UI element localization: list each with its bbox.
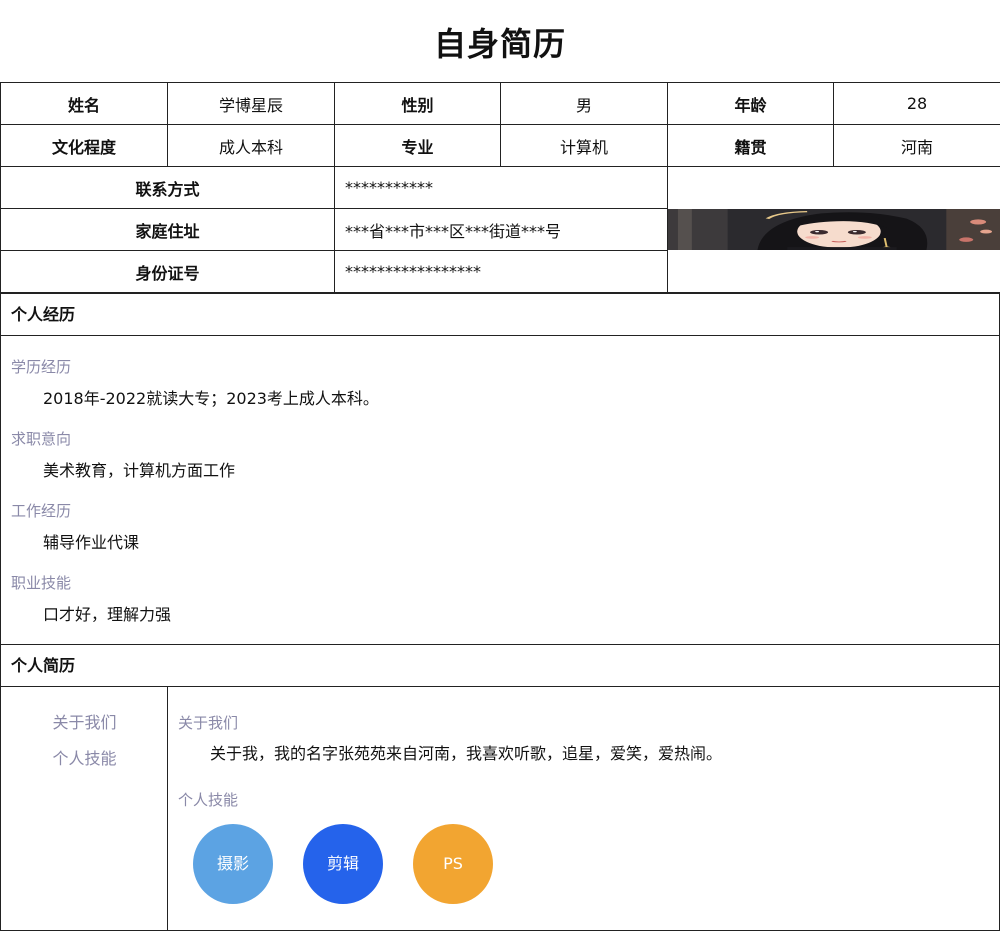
address-label: 家庭住址	[0, 208, 335, 251]
profile-header: 个人简历	[0, 644, 1000, 687]
gender-value: 男	[500, 82, 668, 125]
age-label: 年龄	[667, 82, 834, 125]
profile-photo	[667, 166, 1000, 293]
education-history-text: 2018年-2022就读大专；2023考上成人本科。	[43, 389, 379, 408]
skill-photography-circle: 摄影	[193, 824, 273, 904]
gender-label: 性别	[334, 82, 501, 125]
contact-label: 联系方式	[0, 166, 335, 209]
table-row: 文化程度 成人本科 专业 计算机 籍贯 河南	[0, 124, 1000, 167]
portrait-image	[668, 209, 1000, 250]
profile-nav: 关于我们 个人技能	[1, 686, 168, 930]
id-number-label: 身份证号	[0, 250, 335, 293]
origin-label: 籍贯	[667, 124, 834, 167]
skill-ps-circle: PS	[413, 824, 493, 904]
nav-item-about[interactable]: 关于我们	[1, 711, 168, 735]
professional-skills-text: 口才好，理解力强	[43, 605, 172, 624]
education-history-label: 学历经历	[11, 358, 72, 376]
job-intention-label: 求职意向	[11, 430, 72, 448]
major-label: 专业	[334, 124, 501, 167]
list-item: 学历经历 2018年-2022就读大专；2023考上成人本科。	[11, 355, 379, 411]
table-row: 联系方式 ***********	[0, 166, 1000, 293]
work-history-text: 辅导作业代课	[43, 533, 140, 552]
origin-value: 河南	[833, 124, 1000, 167]
major-value: 计算机	[500, 124, 668, 167]
name-label: 姓名	[0, 82, 168, 125]
profile-section: 关于我们 个人技能 关于我们 关于我，我的名字张苑苑来自河南，我喜欢听歌，追星，…	[0, 686, 1000, 931]
professional-skills-label: 职业技能	[11, 574, 72, 592]
skills-label: 个人技能	[178, 791, 239, 809]
nav-item-skills[interactable]: 个人技能	[1, 747, 168, 771]
list-item: 职业技能 口才好，理解力强	[11, 571, 171, 627]
basic-info-table: 姓名 学博星辰 性别 男 年龄 28 文化程度 成人本科 专业 计算机 籍贯 河…	[0, 82, 1000, 293]
list-item: 工作经历 辅导作业代课	[11, 499, 139, 555]
page-title: 自身简历	[433, 25, 566, 63]
experience-section: 学历经历 2018年-2022就读大专；2023考上成人本科。 求职意向 美术教…	[0, 335, 1000, 645]
name-value: 学博星辰	[167, 82, 335, 125]
experience-header: 个人经历	[0, 293, 1000, 336]
about-label: 关于我们	[178, 714, 239, 732]
table-row: 姓名 学博星辰 性别 男 年龄 28	[0, 82, 1000, 125]
education-value: 成人本科	[167, 124, 335, 167]
skill-editing-circle: 剪辑	[303, 824, 383, 904]
list-item: 求职意向 美术教育，计算机方面工作	[11, 427, 235, 483]
job-intention-text: 美术教育，计算机方面工作	[43, 461, 236, 480]
work-history-label: 工作经历	[11, 502, 72, 520]
address-value: ***省***市***区***街道***号	[334, 208, 668, 251]
contact-value: ***********	[334, 166, 668, 209]
education-label: 文化程度	[0, 124, 168, 167]
id-number-value: *****************	[334, 250, 668, 293]
profile-content: 关于我们 关于我，我的名字张苑苑来自河南，我喜欢听歌，追星，爱笑，爱热闹。 个人…	[178, 686, 988, 930]
about-text: 关于我，我的名字张苑苑来自河南，我喜欢听歌，追星，爱笑，爱热闹。	[210, 744, 723, 763]
age-value: 28	[833, 82, 1000, 125]
